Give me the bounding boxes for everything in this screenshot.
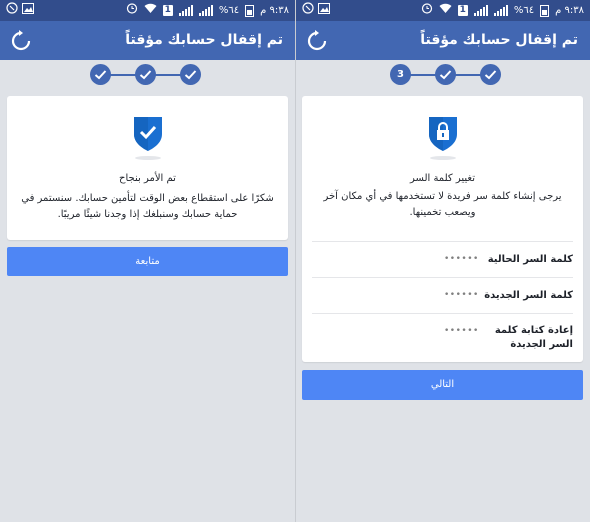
check-icon — [94, 70, 107, 80]
confirm-password-row[interactable]: إعادة كتابة كلمة السر الجديدة •••••• — [312, 313, 573, 361]
step-completed — [435, 64, 456, 85]
check-icon — [184, 70, 197, 80]
status-right-group: 1 %٦٤ ٩:٣٨ م — [126, 0, 289, 21]
shield-shadow — [134, 156, 161, 160]
card-title: تم الأمر بنجاح — [119, 173, 176, 184]
lock-shield-icon — [427, 114, 459, 156]
card-description: شكرًا على استقطاع بعض الوقت لتأمين حسابك… — [21, 193, 274, 220]
alarm-icon — [126, 0, 138, 21]
progress-stepper — [90, 64, 202, 86]
current-password-label: كلمة السر الحالية — [487, 254, 573, 265]
current-password-row[interactable]: كلمة السر الحالية •••••• — [312, 241, 573, 277]
change-password-card: تغيير كلمة السر يرجى إنشاء كلمة سر فريدة… — [302, 96, 583, 362]
sim-slot-badge: 1 — [162, 5, 173, 16]
refresh-icon[interactable] — [10, 30, 32, 52]
app-bar: تم إقفال حسابك مؤقتاً — [296, 21, 590, 60]
check-shield-icon — [132, 114, 164, 156]
current-password-field[interactable]: •••••• — [444, 254, 479, 264]
check-icon — [484, 70, 497, 80]
gallery-icon — [22, 0, 34, 21]
next-button[interactable]: التالي — [302, 370, 583, 400]
battery-icon — [540, 4, 550, 17]
app-bar-title: تم إقفال حسابك مؤقتاً — [125, 32, 283, 48]
battery-icon — [245, 4, 255, 17]
refresh-icon[interactable] — [306, 30, 328, 52]
status-time: ٩:٣٨ م — [260, 5, 289, 16]
card-description: يرجى إنشاء كلمة سر فريدة لا تستخدمها في … — [323, 191, 562, 218]
phone-icon — [6, 0, 18, 21]
signal-icon — [473, 5, 488, 16]
wifi-icon — [439, 0, 452, 21]
app-bar: تم إقفال حسابك مؤقتاً — [0, 21, 295, 60]
confirm-password-label: إعادة كتابة كلمة السر الجديدة — [494, 325, 573, 350]
status-left-group — [6, 0, 34, 21]
step-completed — [90, 64, 111, 85]
step-completed — [135, 64, 156, 85]
signal-icon-2 — [198, 5, 213, 16]
confirm-password-field[interactable]: •••••• — [444, 326, 479, 336]
continue-button[interactable]: متابعة — [7, 247, 288, 276]
check-icon — [439, 70, 452, 80]
status-bar: 1 %٦٤ ٩:٣٨ م — [0, 0, 295, 21]
card-title: تغيير كلمة السر — [410, 173, 475, 184]
signal-icon — [178, 5, 193, 16]
progress-stepper: 3 — [390, 64, 502, 86]
left-screen: 1 %٦٤ ٩:٣٨ م تم إقفال حسابك مؤقتاً تم ال… — [0, 0, 295, 522]
new-password-row[interactable]: كلمة السر الجديدة •••••• — [312, 277, 573, 313]
signal-icon-2 — [493, 5, 508, 16]
step-current: 3 — [390, 64, 411, 85]
status-bar: 1 %٦٤ ٩:٣٨ م — [296, 0, 590, 21]
new-password-field[interactable]: •••••• — [444, 290, 479, 300]
right-screen: 1 %٦٤ ٩:٣٨ م تم إقفال حسابك مؤقتاً 3 تغي… — [296, 0, 590, 522]
status-time: ٩:٣٨ م — [555, 5, 584, 16]
new-password-label: كلمة السر الجديدة — [484, 290, 573, 301]
check-icon — [139, 70, 152, 80]
battery-percent: %٦٤ — [218, 5, 240, 16]
alarm-icon — [421, 0, 433, 21]
battery-percent: %٦٤ — [513, 5, 535, 16]
shield-shadow — [429, 156, 456, 160]
phone-icon — [302, 0, 314, 21]
status-right-group: 1 %٦٤ ٩:٣٨ م — [421, 0, 584, 21]
wifi-icon — [144, 0, 157, 21]
status-left-group — [302, 0, 330, 21]
app-bar-title: تم إقفال حسابك مؤقتاً — [420, 32, 578, 48]
step-completed — [180, 64, 201, 85]
gallery-icon — [318, 0, 330, 21]
sim-slot-badge: 1 — [457, 5, 468, 16]
success-card: تم الأمر بنجاح شكرًا على استقطاع بعض الو… — [7, 96, 288, 240]
step-completed — [480, 64, 501, 85]
